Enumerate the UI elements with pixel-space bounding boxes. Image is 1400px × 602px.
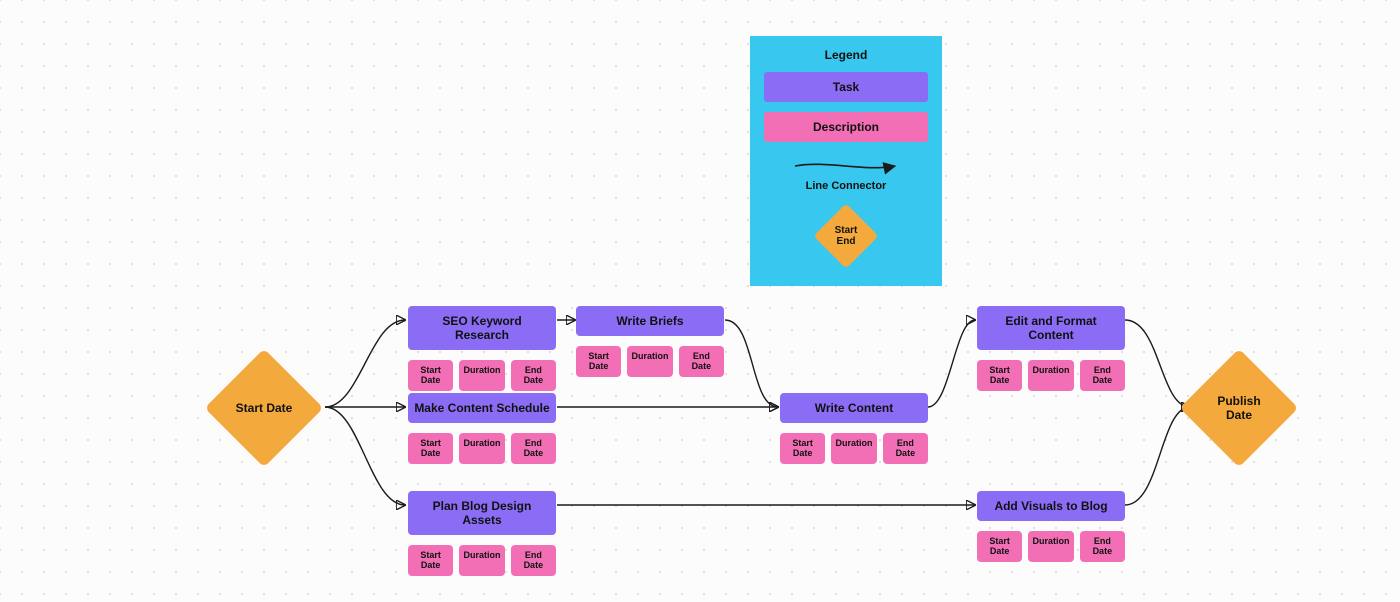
task-edit[interactable]: Edit and Format Content Start Date Durat…: [977, 306, 1125, 391]
task-plan-end: End Date: [511, 545, 556, 576]
publish-diamond[interactable]: Publish Date: [1180, 349, 1298, 467]
task-plan[interactable]: Plan Blog Design Assets Start Date Durat…: [408, 491, 556, 576]
task-briefs-start: Start Date: [576, 346, 621, 377]
task-write-title: Write Content: [780, 393, 928, 423]
task-briefs-title: Write Briefs: [576, 306, 724, 336]
task-schedule-start: Start Date: [408, 433, 453, 464]
task-visuals-duration: Duration: [1028, 531, 1073, 562]
connector-layer: [0, 0, 1400, 602]
task-schedule[interactable]: Make Content Schedule Start Date Duratio…: [408, 393, 556, 464]
legend-task-swatch: Task: [764, 72, 928, 102]
task-visuals-start: Start Date: [977, 531, 1022, 562]
legend-start-end-label: Start End: [835, 225, 858, 247]
task-plan-duration: Duration: [459, 545, 504, 576]
task-edit-start: Start Date: [977, 360, 1022, 391]
task-seo-title: SEO Keyword Research: [408, 306, 556, 350]
task-seo-duration: Duration: [459, 360, 504, 391]
task-briefs[interactable]: Write Briefs Start Date Duration End Dat…: [576, 306, 724, 377]
task-visuals-end: End Date: [1080, 531, 1125, 562]
task-briefs-duration: Duration: [627, 346, 672, 377]
arrow-icon: [791, 156, 901, 176]
legend-connector-sample: Line Connector: [764, 156, 928, 192]
task-plan-start: Start Date: [408, 545, 453, 576]
legend-connector-label: Line Connector: [806, 180, 887, 192]
legend-panel[interactable]: Legend Task Description Line Connector S…: [750, 36, 942, 286]
task-schedule-end: End Date: [511, 433, 556, 464]
task-seo[interactable]: SEO Keyword Research Start Date Duration…: [408, 306, 556, 391]
task-write-duration: Duration: [831, 433, 876, 464]
task-write[interactable]: Write Content Start Date Duration End Da…: [780, 393, 928, 464]
task-write-end: End Date: [883, 433, 928, 464]
task-seo-end: End Date: [511, 360, 556, 391]
task-briefs-end: End Date: [679, 346, 724, 377]
task-visuals-title: Add Visuals to Blog: [977, 491, 1125, 521]
task-edit-title: Edit and Format Content: [977, 306, 1125, 350]
task-schedule-duration: Duration: [459, 433, 504, 464]
task-edit-duration: Duration: [1028, 360, 1073, 391]
start-diamond-label: Start Date: [236, 401, 293, 415]
legend-title: Legend: [764, 48, 928, 62]
task-schedule-title: Make Content Schedule: [408, 393, 556, 423]
publish-diamond-label: Publish Date: [1217, 394, 1260, 423]
task-edit-end: End Date: [1080, 360, 1125, 391]
task-visuals[interactable]: Add Visuals to Blog Start Date Duration …: [977, 491, 1125, 562]
start-diamond[interactable]: Start Date: [205, 349, 323, 467]
task-seo-start: Start Date: [408, 360, 453, 391]
task-write-start: Start Date: [780, 433, 825, 464]
task-plan-title: Plan Blog Design Assets: [408, 491, 556, 535]
legend-start-end-diamond: Start End: [814, 204, 878, 268]
legend-description-swatch: Description: [764, 112, 928, 142]
